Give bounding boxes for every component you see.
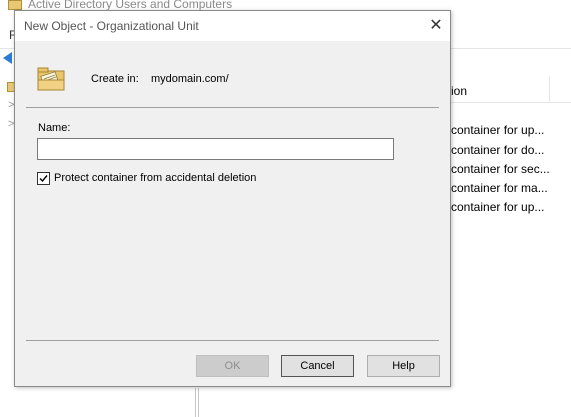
divider-bottom [26,340,439,341]
organizational-unit-folder-icon [37,67,65,91]
close-icon[interactable]: ✕ [423,14,449,38]
create-in-path: mydomain.com/ [151,73,229,85]
checkmark-icon [39,174,48,182]
app-icon [8,0,22,10]
list-item-description[interactable]: container for up... [451,200,544,214]
divider-top [26,107,439,108]
pane-splitter[interactable] [195,388,196,417]
column-header-separator[interactable] [549,76,550,102]
ok-button[interactable]: OK [196,355,269,377]
back-arrow-icon[interactable] [3,52,12,64]
dialog-titlebar[interactable]: New Object - Organizational Unit ✕ [15,11,450,41]
list-item-description[interactable]: container for sec... [451,162,550,176]
protect-checkbox[interactable] [37,171,50,185]
help-button[interactable]: Help [367,355,440,377]
cancel-button[interactable]: Cancel [281,355,354,377]
list-item-description[interactable]: container for up... [451,123,544,137]
column-header-description[interactable]: ion [451,84,467,98]
list-item-description[interactable]: container for ma... [451,181,548,195]
list-item-description[interactable]: container for do... [451,143,544,157]
pane-splitter-edge [198,388,199,417]
protect-checkbox-row[interactable]: Protect container from accidental deleti… [37,171,256,185]
column-header-underline [450,102,571,103]
protect-checkbox-label[interactable]: Protect container from accidental deleti… [54,172,256,184]
dialog-title: New Object - Organizational Unit [24,19,199,33]
create-in-label: Create in: [91,73,139,85]
name-input[interactable] [37,138,394,160]
name-label: Name: [38,122,71,134]
new-ou-dialog: New Object - Organizational Unit ✕ Creat… [14,10,451,387]
